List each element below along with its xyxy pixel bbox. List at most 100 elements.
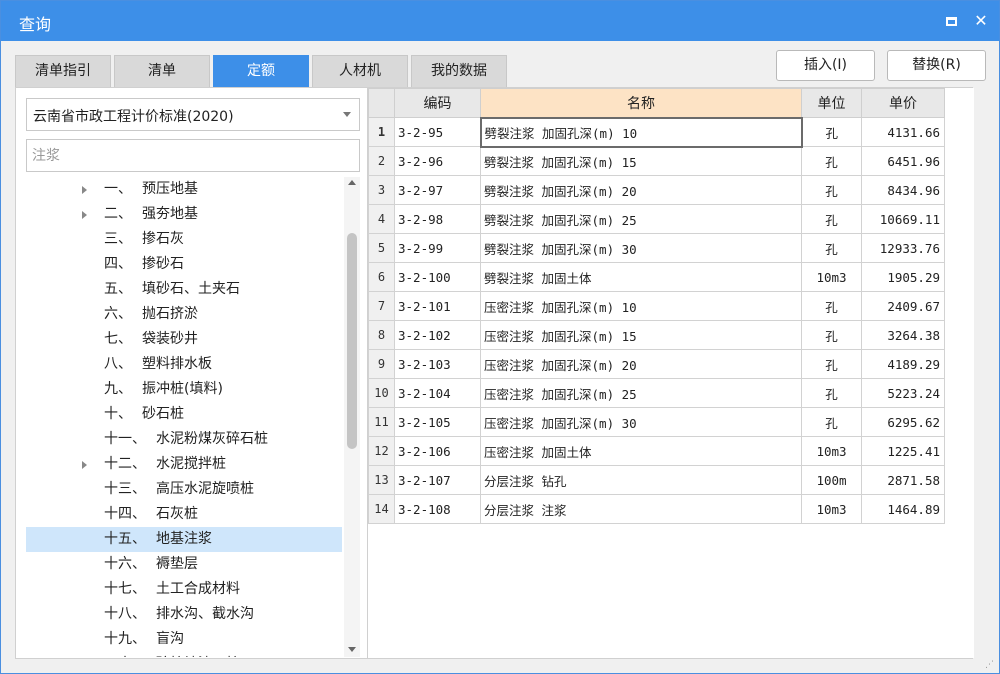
price-cell[interactable]: 1225.41 (861, 436, 945, 466)
table-row[interactable]: 10 3-2-104 压密注浆 加固孔深(m) 25 孔 5223.24 (368, 378, 945, 408)
table-row[interactable]: 5 3-2-99 劈裂注浆 加固孔深(m) 30 孔 12933.76 (368, 233, 945, 263)
row-number[interactable]: 10 (368, 378, 395, 408)
table-row[interactable]: 1 3-2-95 劈裂注浆 加固孔深(m) 10 孔 4131.66 (368, 116, 945, 148)
expand-arrow-icon[interactable] (82, 186, 87, 194)
table-row[interactable]: 11 3-2-105 压密注浆 加固孔深(m) 30 孔 6295.62 (368, 407, 945, 437)
code-cell[interactable]: 3-2-106 (394, 436, 481, 466)
unit-cell[interactable]: 孔 (801, 320, 862, 350)
row-number[interactable]: 7 (368, 291, 395, 321)
tree-item[interactable]: 十八、 排水沟、截水沟 (26, 602, 342, 627)
code-cell[interactable]: 3-2-100 (394, 262, 481, 292)
name-cell[interactable]: 劈裂注浆 加固孔深(m) 10 (479, 116, 803, 148)
tab-quota[interactable]: 定额 (213, 55, 309, 87)
tree-item[interactable]: 三、 掺石灰 (26, 227, 342, 252)
price-cell[interactable]: 1905.29 (861, 262, 945, 292)
tree-item[interactable]: 七、 袋装砂井 (26, 327, 342, 352)
code-cell[interactable]: 3-2-108 (394, 494, 481, 524)
price-cell[interactable]: 10669.11 (861, 204, 945, 234)
price-cell[interactable]: 4189.29 (861, 349, 945, 379)
price-cell[interactable]: 3264.38 (861, 320, 945, 350)
row-number[interactable]: 9 (368, 349, 395, 379)
tree-item[interactable]: 九、 振冲桩(填料) (26, 377, 342, 402)
replace-button[interactable]: 替换(R) (887, 50, 986, 81)
unit-cell[interactable]: 孔 (801, 146, 862, 176)
column-header-unit[interactable]: 单位 (801, 88, 862, 118)
code-cell[interactable]: 3-2-105 (394, 407, 481, 437)
expand-arrow-icon[interactable] (82, 211, 87, 219)
row-number[interactable]: 1 (368, 117, 395, 147)
name-cell[interactable]: 压密注浆 加固孔深(m) 30 (480, 407, 802, 437)
price-cell[interactable]: 2409.67 (861, 291, 945, 321)
unit-cell[interactable]: 孔 (801, 349, 862, 379)
price-cell[interactable]: 5223.24 (861, 378, 945, 408)
unit-cell[interactable]: 10m3 (801, 262, 862, 292)
table-row[interactable]: 14 3-2-108 分层注浆 注浆 10m3 1464.89 (368, 494, 945, 524)
tree-item[interactable]: 五、 填砂石、土夹石 (26, 277, 342, 302)
table-row[interactable]: 6 3-2-100 劈裂注浆 加固土体 10m3 1905.29 (368, 262, 945, 292)
name-cell[interactable]: 压密注浆 加固孔深(m) 25 (480, 378, 802, 408)
unit-cell[interactable]: 10m3 (801, 436, 862, 466)
name-cell[interactable]: 劈裂注浆 加固孔深(m) 15 (480, 146, 802, 176)
tree-item[interactable]: 十七、 土工合成材料 (26, 577, 342, 602)
row-number[interactable]: 6 (368, 262, 395, 292)
row-number[interactable]: 5 (368, 233, 395, 263)
column-header-price[interactable]: 单价 (861, 88, 945, 118)
unit-cell[interactable]: 孔 (801, 291, 862, 321)
tree-item[interactable]: 六、 抛石挤淤 (26, 302, 342, 327)
table-row[interactable]: 4 3-2-98 劈裂注浆 加固孔深(m) 25 孔 10669.11 (368, 204, 945, 234)
insert-button[interactable]: 插入(I) (776, 50, 875, 81)
row-number[interactable]: 14 (368, 494, 395, 524)
name-cell[interactable]: 劈裂注浆 加固土体 (480, 262, 802, 292)
tree-item[interactable]: 十四、 石灰桩 (26, 502, 342, 527)
row-number[interactable]: 4 (368, 204, 395, 234)
scroll-down-icon[interactable] (348, 647, 356, 652)
resize-grip-icon[interactable]: ⋰ (985, 660, 995, 670)
price-cell[interactable]: 4131.66 (861, 117, 945, 147)
tab-list[interactable]: 清单 (114, 55, 210, 87)
scroll-up-icon[interactable] (348, 180, 356, 185)
close-icon[interactable]: ✕ (971, 11, 991, 31)
column-header-name[interactable]: 名称 (480, 88, 802, 118)
name-cell[interactable]: 劈裂注浆 加固孔深(m) 20 (480, 175, 802, 205)
expand-arrow-icon[interactable] (82, 461, 87, 469)
code-cell[interactable]: 3-2-104 (394, 378, 481, 408)
price-cell[interactable]: 12933.76 (861, 233, 945, 263)
tree-item[interactable]: 十一、 水泥粉煤灰碎石桩 (26, 427, 342, 452)
search-input[interactable] (26, 139, 360, 172)
name-cell[interactable]: 分层注浆 注浆 (480, 494, 802, 524)
table-row[interactable]: 2 3-2-96 劈裂注浆 加固孔深(m) 15 孔 6451.96 (368, 146, 945, 176)
unit-cell[interactable]: 孔 (801, 204, 862, 234)
tree-item[interactable]: 八、 塑料排水板 (26, 352, 342, 377)
code-cell[interactable]: 3-2-96 (394, 146, 481, 176)
unit-cell[interactable]: 孔 (801, 175, 862, 205)
scroll-thumb[interactable] (347, 233, 357, 449)
tree-item[interactable]: 十三、 高压水泥旋喷桩 (26, 477, 342, 502)
row-number[interactable]: 3 (368, 175, 395, 205)
row-number[interactable]: 13 (368, 465, 395, 495)
unit-cell[interactable]: 100m (801, 465, 862, 495)
tree-item[interactable]: 二十、 砼护坡渣、护面 (26, 652, 342, 657)
name-cell[interactable]: 劈裂注浆 加固孔深(m) 30 (480, 233, 802, 263)
tree-item[interactable]: 十五、 地基注浆 (26, 527, 342, 552)
tree-item[interactable]: 二、 强夯地基 (26, 202, 342, 227)
unit-cell[interactable]: 孔 (801, 378, 862, 408)
name-cell[interactable]: 压密注浆 加固孔深(m) 20 (480, 349, 802, 379)
price-cell[interactable]: 6451.96 (861, 146, 945, 176)
tab-my-data[interactable]: 我的数据 (411, 55, 507, 87)
tree-item[interactable]: 一、 预压地基 (26, 177, 342, 202)
row-number[interactable]: 12 (368, 436, 395, 466)
table-row[interactable]: 3 3-2-97 劈裂注浆 加固孔深(m) 20 孔 8434.96 (368, 175, 945, 205)
table-row[interactable]: 7 3-2-101 压密注浆 加固孔深(m) 10 孔 2409.67 (368, 291, 945, 321)
table-row[interactable]: 9 3-2-103 压密注浆 加固孔深(m) 20 孔 4189.29 (368, 349, 945, 379)
code-cell[interactable]: 3-2-97 (394, 175, 481, 205)
name-cell[interactable]: 劈裂注浆 加固孔深(m) 25 (480, 204, 802, 234)
title-bar[interactable]: 查询 ✕ (1, 1, 999, 41)
table-row[interactable]: 8 3-2-102 压密注浆 加固孔深(m) 15 孔 3264.38 (368, 320, 945, 350)
name-cell[interactable]: 压密注浆 加固孔深(m) 10 (480, 291, 802, 321)
name-cell[interactable]: 压密注浆 加固孔深(m) 15 (480, 320, 802, 350)
name-cell[interactable]: 分层注浆 钻孔 (480, 465, 802, 495)
tree-item[interactable]: 十九、 盲沟 (26, 627, 342, 652)
row-number[interactable]: 2 (368, 146, 395, 176)
tree-item[interactable]: 十二、 水泥搅拌桩 (26, 452, 342, 477)
code-cell[interactable]: 3-2-101 (394, 291, 481, 321)
